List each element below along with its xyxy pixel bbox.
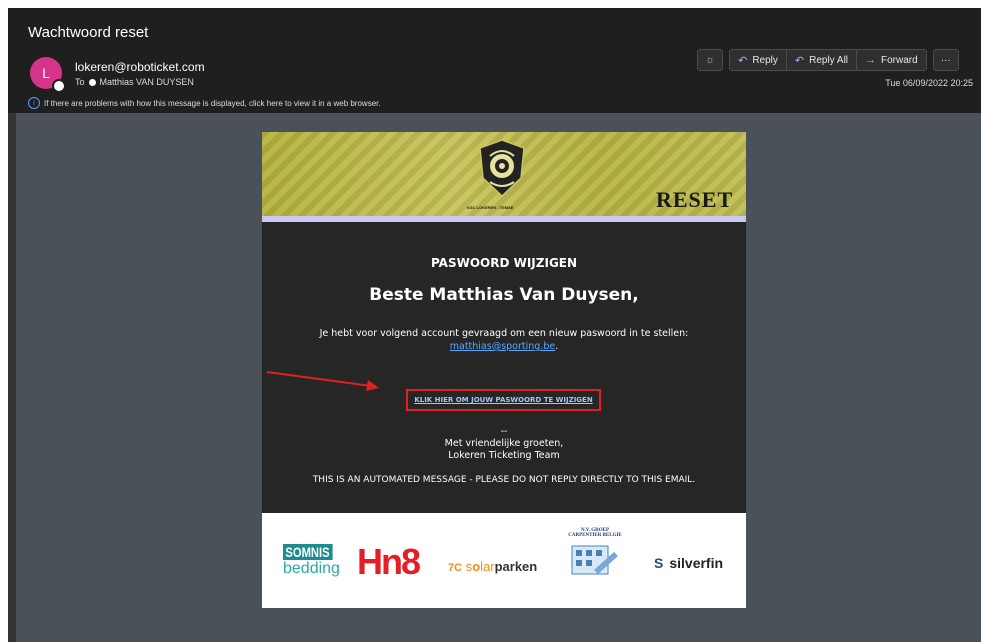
carpentier-building-icon	[571, 545, 618, 575]
intro-text: Je hebt voor volgend account gevraagd om…	[319, 328, 689, 339]
reply-all-icon: ↶	[794, 54, 805, 67]
presence-indicator	[52, 79, 66, 93]
to-label: To	[75, 77, 85, 87]
recipient-name[interactable]: Matthias VAN DUYSEN	[100, 77, 194, 87]
recipient-presence-icon	[88, 78, 96, 86]
email-suffix: .	[555, 341, 559, 352]
sender-address[interactable]: lokeren@roboticket.com	[75, 60, 205, 74]
sporting-lokeren-logo	[479, 139, 525, 198]
silverfin-mark-icon: S	[654, 555, 664, 571]
message-greeting: Beste Matthias Van Duysen,	[369, 285, 639, 305]
hero-reset-text: RESET	[656, 187, 734, 212]
reply-icon: ↶	[738, 54, 748, 67]
forward-icon: →	[865, 54, 877, 66]
change-password-link-box[interactable]: KLIK HIER OM JOUW PASWOORD TE WIJZIGEN	[406, 389, 601, 411]
solarparken-s: s	[462, 559, 473, 574]
received-date: Tue 06/09/2022 20:25	[885, 78, 973, 88]
forward-label: Forward	[881, 54, 918, 66]
account-email-line: matthias@sporting.be.	[262, 341, 746, 352]
solarparken-o: o	[472, 559, 481, 574]
account-email-link[interactable]: matthias@sporting.be	[450, 341, 555, 352]
left-scroll-track[interactable]	[8, 113, 16, 642]
somnis-top: SOMNIS	[283, 544, 333, 560]
carpentier-line2: CARPENTIER BELGIE	[568, 533, 622, 538]
message-toolbar: ☼ ↶ Reply ↶ Reply All → Forward ···	[697, 49, 959, 71]
reply-button[interactable]: ↶ Reply	[730, 50, 787, 70]
solarparken-lar: lar	[480, 559, 495, 574]
sun-icon: ☼	[705, 54, 716, 66]
team-signature: Lokeren Ticketing Team	[448, 450, 560, 461]
signature-separator: --	[500, 426, 508, 437]
message-body-area: KSC LOKEREN - TEMSE RESET PASWOORD WIJZI…	[16, 113, 981, 642]
silverfin-logo[interactable]: Ssilverfin	[654, 555, 723, 571]
hn8-sub: schulsysteme	[381, 576, 400, 580]
more-icon: ···	[940, 54, 951, 66]
solarparken-prefix: 7C	[448, 562, 463, 574]
avatar-letter: L	[42, 65, 50, 81]
solarparken-logo[interactable]: 7C solarparken	[448, 559, 537, 574]
annotation-arrow	[267, 371, 379, 391]
reply-button-group: ↶ Reply ↶ Reply All → Forward	[729, 49, 927, 71]
hero-banner: KSC LOKEREN - TEMSE RESET	[262, 132, 746, 216]
sponsor-strip: SOMNIS bedding Hn8 schulsysteme 7C solar…	[262, 513, 746, 608]
recipient-line: To Matthias VAN DUYSEN	[75, 77, 194, 87]
reply-label: Reply	[752, 54, 778, 66]
reply-all-label: Reply All	[809, 54, 849, 66]
somnis-logo[interactable]: SOMNIS bedding	[283, 544, 345, 584]
hero-divider	[262, 216, 746, 222]
silverfin-text: silverfin	[669, 555, 724, 571]
logo-caption: KSC LOKEREN - TEMSE	[467, 205, 514, 210]
more-actions-button[interactable]: ···	[932, 49, 959, 71]
reply-all-button[interactable]: ↶ Reply All	[787, 50, 858, 70]
change-password-link[interactable]: KLIK HIER OM JOUW PASWOORD TE WIJZIGEN	[414, 396, 592, 404]
hn8-logo[interactable]: Hn8 schulsysteme	[357, 543, 421, 581]
display-info-bar[interactable]: i If there are problems with how this me…	[28, 97, 381, 109]
automated-notice: THIS IS AN AUTOMATED MESSAGE - PLEASE DO…	[312, 475, 696, 485]
info-text[interactable]: If there are problems with how this mess…	[44, 99, 381, 108]
carpentier-logo[interactable]: N.V. GROEP CARPENTIER BELGIE	[566, 528, 624, 583]
forward-button[interactable]: → Forward	[857, 50, 926, 70]
email-subject: Wachtwoord reset	[28, 24, 149, 41]
message-heading: PASWOORD WIJZIGEN	[430, 256, 578, 270]
somnis-bottom: bedding	[283, 560, 340, 577]
regards-text: Met vriendelijke groeten,	[444, 438, 564, 449]
theme-toggle-button[interactable]: ☼	[697, 49, 724, 71]
solarparken-end: parken	[494, 559, 538, 574]
info-icon: i	[28, 97, 40, 109]
